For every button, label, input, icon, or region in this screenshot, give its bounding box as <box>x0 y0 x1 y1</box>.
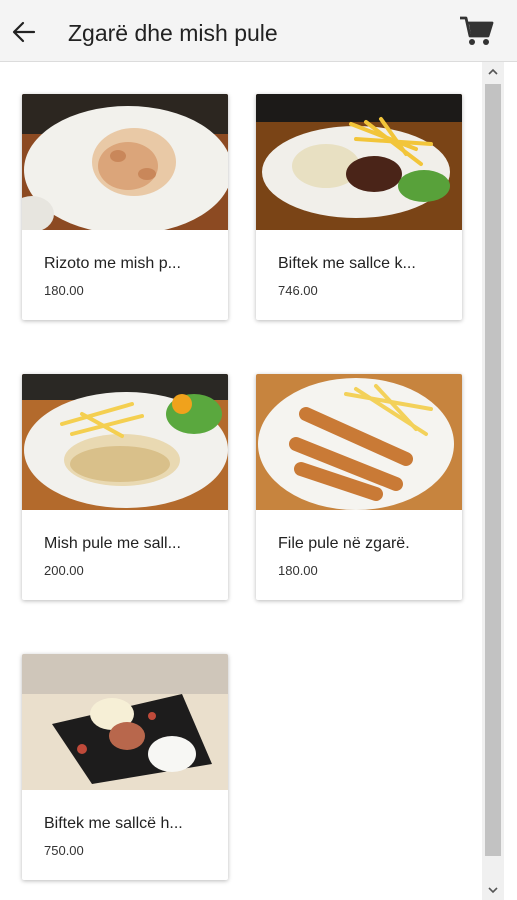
product-image-risotto <box>22 94 228 230</box>
product-name: File pule në zgarë. <box>278 535 410 552</box>
vertical-scrollbar[interactable] <box>482 62 504 900</box>
scrollbar-thumb[interactable] <box>485 84 501 856</box>
product-name: Biftek me sallce k... <box>278 255 416 272</box>
product-card[interactable]: Rizoto me mish p... 180.00 <box>22 94 228 320</box>
page-title: Zgarë dhe mish pule <box>68 20 278 46</box>
product-name: Rizoto me mish p... <box>44 255 181 272</box>
app-header: Zgarë dhe mish pule <box>0 0 517 62</box>
product-price: 750.00 <box>44 843 84 858</box>
product-price: 746.00 <box>278 283 318 298</box>
product-name: Biftek me sallcë h... <box>44 815 183 832</box>
product-price: 180.00 <box>278 563 318 578</box>
product-image-steak-fries <box>256 94 462 230</box>
product-name: Mish pule me sall... <box>44 535 181 552</box>
shopping-cart-icon[interactable] <box>458 14 494 48</box>
product-price: 200.00 <box>44 563 84 578</box>
product-grid: Rizoto me mish p... 180.00 Biftek me sal… <box>0 62 482 900</box>
back-arrow-icon[interactable] <box>10 18 38 46</box>
scroll-down-icon[interactable] <box>482 880 504 900</box>
product-price: 180.00 <box>44 283 84 298</box>
scroll-up-icon[interactable] <box>482 62 504 82</box>
window-edge <box>504 62 517 900</box>
product-card[interactable]: Mish pule me sall... 200.00 <box>22 374 228 600</box>
product-image-chicken-strips <box>256 374 462 510</box>
product-card[interactable]: Biftek me sallce k... 746.00 <box>256 94 462 320</box>
product-image-chicken-sauce <box>22 374 228 510</box>
product-card[interactable]: File pule në zgarë. 180.00 <box>256 374 462 600</box>
product-card[interactable]: Biftek me sallcë h... 750.00 <box>22 654 228 880</box>
product-image-steak-board <box>22 654 228 790</box>
